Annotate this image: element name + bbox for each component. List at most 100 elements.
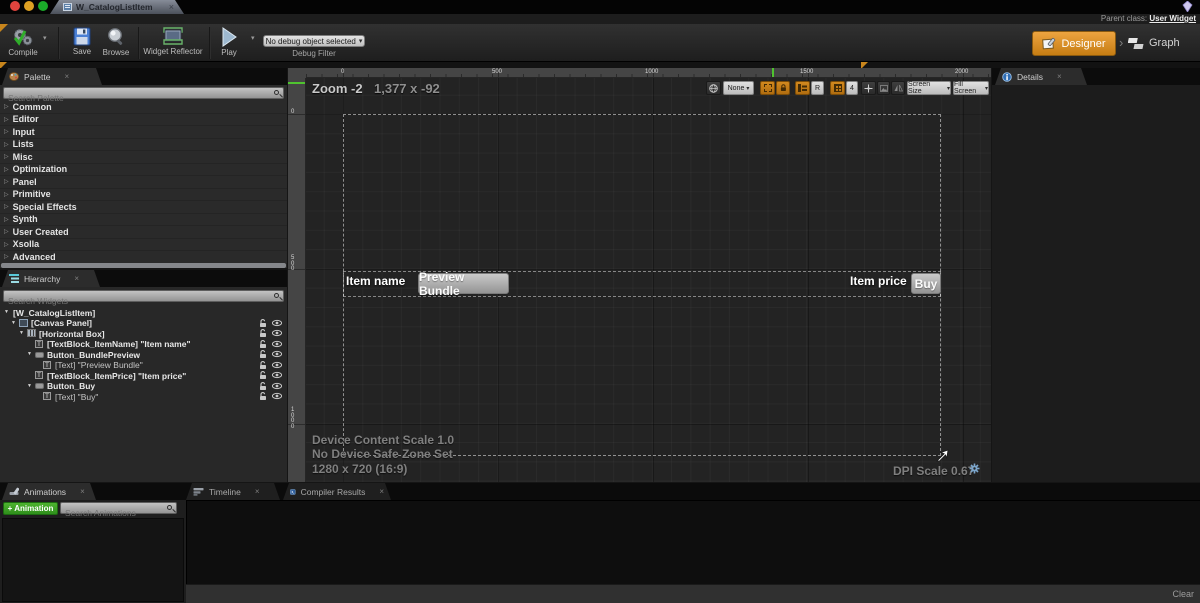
compile-button[interactable]: Compile [6,27,40,57]
lock-widgets-toggle[interactable] [776,81,790,95]
visibility-eye-icon[interactable] [272,371,282,379]
compiler-results-output[interactable] [186,500,1200,584]
palette-category-user-created[interactable]: ▷User Created [0,226,287,239]
palette-category-special-effects[interactable]: ▷Special Effects [0,201,287,214]
grid-snap-toggle[interactable] [830,81,845,95]
close-panel-icon[interactable]: × [64,72,69,81]
visibility-eye-icon[interactable] [272,329,282,337]
visibility-eye-icon[interactable] [272,361,282,369]
tree-row-text-buy[interactable]: T [Text] "Buy" [0,391,287,402]
palette-category-common[interactable]: ▷Common [0,101,287,114]
expand-icon[interactable]: ▷ [4,166,9,173]
lock-icon[interactable] [259,371,267,380]
minimize-window-button[interactable] [24,1,34,11]
expand-icon[interactable]: ▷ [4,103,9,110]
canvas-buy-button[interactable]: Buy [911,273,941,294]
collapse-icon[interactable]: ▼ [27,351,32,357]
visibility-eye-icon[interactable] [272,340,282,348]
rule-origin-button[interactable]: R [811,81,824,95]
collapse-icon[interactable]: ▼ [27,383,32,389]
canvas-item-name-text[interactable]: Item name [346,274,405,288]
save-button[interactable]: Save [66,27,98,56]
palette-category-advanced[interactable]: ▷Advanced [0,251,287,264]
animations-list[interactable] [2,518,184,602]
lock-icon[interactable] [259,392,267,401]
dpi-settings-gear-icon[interactable] [969,463,980,474]
close-panel-icon[interactable]: × [379,487,384,496]
palette-category-xsolla[interactable]: ▷Xsolla [0,239,287,252]
lock-icon[interactable] [259,340,267,349]
tab-hierarchy[interactable]: Hierarchy × [2,270,100,287]
close-window-button[interactable] [10,1,20,11]
localization-preview-button[interactable] [706,81,721,95]
palette-category-panel[interactable]: ▷Panel [0,176,287,189]
palette-category-misc[interactable]: ▷Misc [0,151,287,164]
lock-icon[interactable] [259,329,267,338]
clear-button[interactable]: Clear [1172,589,1194,599]
compile-options-caret-icon[interactable]: ▾ [43,34,47,42]
tree-row-button-bundlepreview[interactable]: ▼ Button_BundlePreview [0,349,287,360]
tab-palette[interactable]: Palette × [2,68,102,85]
tab-animations[interactable]: Animations × [2,483,96,500]
visibility-eye-icon[interactable] [272,382,282,390]
lock-icon[interactable] [259,382,267,391]
canvas-preview-bundle-button[interactable]: Preview Bundle [418,273,509,294]
tab-timeline[interactable]: Timeline × [186,483,280,500]
tree-row-horizontal-box[interactable]: ▼ [Horizontal Box] [0,328,287,339]
tab-details[interactable]: Details × [995,68,1087,85]
expand-icon[interactable]: ▷ [4,178,9,185]
designer-viewport[interactable]: Zoom -2 1,377 x -92 None▾ R 4 [306,78,991,482]
expand-icon[interactable]: ▷ [4,191,9,198]
grid-snap-size-dropdown[interactable]: 4 [846,81,858,95]
collapse-icon[interactable]: ▼ [19,330,24,336]
visibility-eye-icon[interactable] [272,319,282,327]
canvas-item-price-text[interactable]: Item price [850,274,907,288]
palette-category-editor[interactable]: ▷Editor [0,114,287,127]
lock-icon[interactable] [259,319,267,328]
lock-icon[interactable] [259,361,267,370]
show-outlines-toggle[interactable] [760,81,775,95]
play-button[interactable]: Play [213,27,245,57]
expand-icon[interactable]: ▷ [4,141,9,148]
close-panel-icon[interactable]: × [74,274,79,283]
tab-compiler-results[interactable]: Compiler Results × [283,483,391,500]
transform-mode-button[interactable] [861,81,876,95]
tree-row-textblock-itemname[interactable]: T [TextBlock_ItemName] "Item name" [0,339,287,350]
palette-scrollbar[interactable] [1,263,286,268]
designer-mode-button[interactable]: Designer [1032,31,1116,56]
add-animation-button[interactable]: + Animation [3,502,58,515]
localization-none-dropdown[interactable]: None▾ [723,81,754,95]
fill-screen-dropdown[interactable]: Fill Screen▾ [953,81,989,95]
visibility-eye-icon[interactable] [272,392,282,400]
palette-category-synth[interactable]: ▷Synth [0,214,287,227]
palette-category-input[interactable]: ▷Input [0,126,287,139]
expand-icon[interactable]: ▷ [4,203,9,210]
flip-preview-button[interactable] [891,81,905,95]
close-panel-icon[interactable]: × [80,487,85,496]
parent-class-link[interactable]: User Widget [1149,14,1196,23]
expand-icon[interactable]: ▷ [4,153,9,160]
lock-icon[interactable] [259,350,267,359]
preview-background-button[interactable] [877,81,890,95]
expand-icon[interactable]: ▷ [4,116,9,123]
expand-icon[interactable]: ▷ [4,228,9,235]
respect-locks-toggle[interactable] [795,81,810,95]
close-panel-icon[interactable]: × [255,487,260,496]
tree-row-root[interactable]: ▼ [W_CatalogListItem] [0,307,287,318]
tree-row-textblock-itemprice[interactable]: T [TextBlock_ItemPrice] "Item price" [0,370,287,381]
close-tab-icon[interactable]: × [169,2,174,12]
tree-row-canvas-panel[interactable]: ▼ [Canvas Panel] [0,318,287,329]
hierarchy-search-input[interactable] [4,296,283,306]
close-panel-icon[interactable]: × [1057,72,1062,81]
expand-icon[interactable]: ▷ [4,253,9,260]
tree-row-button-buy[interactable]: ▼ Button_Buy [0,381,287,392]
debug-object-select[interactable]: No debug object selected ▾ [263,35,365,47]
palette-category-optimization[interactable]: ▷Optimization [0,164,287,177]
expand-icon[interactable]: ▷ [4,128,9,135]
collapse-icon[interactable]: ▼ [4,309,9,315]
play-options-caret-icon[interactable]: ▾ [251,34,255,42]
collapse-icon[interactable]: ▼ [11,320,16,326]
palette-category-primitive[interactable]: ▷Primitive [0,189,287,202]
screen-size-dropdown[interactable]: Screen Size▾ [907,81,951,95]
browse-button[interactable]: Browse [99,27,133,57]
